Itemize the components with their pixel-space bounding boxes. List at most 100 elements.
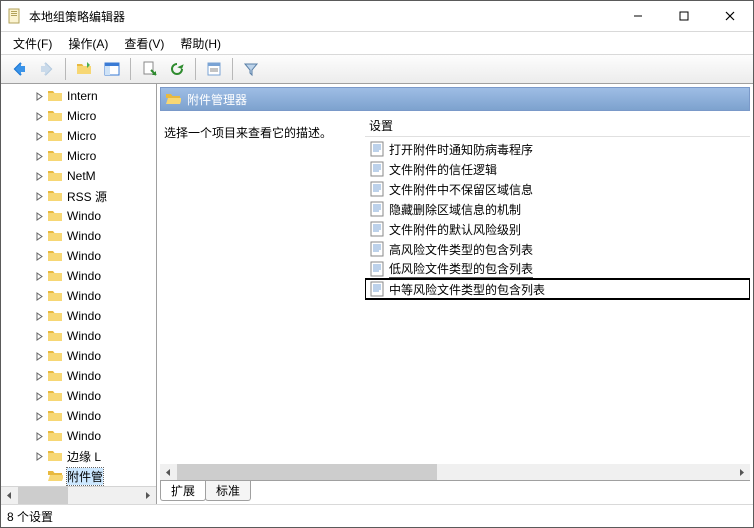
expand-icon[interactable] (33, 190, 45, 202)
tree-item[interactable]: Windo (1, 386, 156, 406)
tree-item[interactable]: Windo (1, 266, 156, 286)
menu-help[interactable]: 帮助(H) (172, 34, 229, 53)
settings-list-column: 设置 打开附件时通知防病毒程序文件附件的信任逻辑文件附件中不保留区域信息隐藏删除… (365, 114, 750, 464)
tree-item[interactable]: Windo (1, 366, 156, 386)
expand-icon[interactable] (33, 470, 45, 482)
expand-icon[interactable] (33, 350, 45, 362)
tree-item[interactable]: Windo (1, 286, 156, 306)
expand-icon[interactable] (33, 270, 45, 282)
expand-icon[interactable] (33, 370, 45, 382)
expand-icon[interactable] (33, 250, 45, 262)
menu-view[interactable]: 查看(V) (116, 34, 172, 53)
expand-icon[interactable] (33, 310, 45, 322)
export-list-button[interactable] (136, 56, 162, 82)
list-item-label: 文件附件的默认风险级别 (389, 221, 521, 238)
list-item-label: 中等风险文件类型的包含列表 (389, 281, 545, 298)
back-button[interactable] (6, 56, 32, 82)
tree-item-label: Intern (67, 89, 98, 103)
folder-icon (47, 268, 63, 284)
list-item[interactable]: 低风险文件类型的包含列表 (365, 259, 750, 279)
tree-item[interactable]: Intern (1, 86, 156, 106)
scroll-left-button[interactable] (160, 464, 177, 481)
properties-button[interactable] (201, 56, 227, 82)
expand-icon[interactable] (33, 430, 45, 442)
tree-item[interactable]: 附件管 (1, 466, 156, 486)
column-header-setting[interactable]: 设置 (365, 114, 750, 137)
folder-icon (47, 168, 63, 184)
status-text: 8 个设置 (7, 508, 53, 525)
forward-button[interactable] (34, 56, 60, 82)
tree-item[interactable]: Windo (1, 346, 156, 366)
description-text: 选择一个项目来查看它的描述。 (164, 126, 332, 140)
tree-item[interactable]: Windo (1, 206, 156, 226)
titlebar: 本地组策略编辑器 (1, 1, 753, 32)
policy-icon (369, 201, 385, 217)
list-item[interactable]: 打开附件时通知防病毒程序 (365, 139, 750, 159)
show-hide-tree-button[interactable] (99, 56, 125, 82)
filter-button[interactable] (238, 56, 264, 82)
tree-item[interactable]: Micro (1, 146, 156, 166)
expand-icon[interactable] (33, 230, 45, 242)
tree-item[interactable]: Micro (1, 106, 156, 126)
scroll-thumb[interactable] (18, 487, 68, 504)
minimize-button[interactable] (615, 1, 661, 31)
tree-item[interactable]: Micro (1, 126, 156, 146)
list-item-label: 文件附件中不保留区域信息 (389, 181, 533, 198)
expand-icon[interactable] (33, 170, 45, 182)
expand-icon[interactable] (33, 390, 45, 402)
folder-icon (47, 308, 63, 324)
folder-icon (47, 448, 63, 464)
settings-list[interactable]: 打开附件时通知防病毒程序文件附件的信任逻辑文件附件中不保留区域信息隐藏删除区域信… (365, 137, 750, 464)
list-item[interactable]: 文件附件的信任逻辑 (365, 159, 750, 179)
list-item[interactable]: 高风险文件类型的包含列表 (365, 239, 750, 259)
expand-icon[interactable] (33, 290, 45, 302)
scroll-right-button[interactable] (733, 464, 750, 481)
list-item[interactable]: 文件附件中不保留区域信息 (365, 179, 750, 199)
tree-item[interactable]: NetM (1, 166, 156, 186)
close-button[interactable] (707, 1, 753, 31)
refresh-button[interactable] (164, 56, 190, 82)
scroll-track[interactable] (177, 464, 733, 481)
tree-item[interactable]: Windo (1, 246, 156, 266)
tree-item-label: Windo (67, 389, 101, 403)
expand-icon[interactable] (33, 110, 45, 122)
list-item[interactable]: 中等风险文件类型的包含列表 (365, 279, 750, 299)
policy-icon (369, 221, 385, 237)
tree-hscrollbar[interactable] (1, 486, 156, 504)
tree-item-label: Windo (67, 289, 101, 303)
detail-hscrollbar[interactable] (160, 464, 750, 481)
tree-item[interactable]: Windo (1, 326, 156, 346)
expand-icon[interactable] (33, 450, 45, 462)
scroll-left-button[interactable] (1, 487, 18, 504)
tree[interactable]: InternMicroMicroMicroNetMRSS 源WindoWindo… (1, 84, 156, 486)
expand-icon[interactable] (33, 410, 45, 422)
list-item[interactable]: 隐藏删除区域信息的机制 (365, 199, 750, 219)
tab-standard[interactable]: 标准 (205, 481, 251, 501)
menu-action[interactable]: 操作(A) (60, 34, 116, 53)
expand-icon[interactable] (33, 90, 45, 102)
tree-item[interactable]: 边缘 L (1, 446, 156, 466)
expand-icon[interactable] (33, 210, 45, 222)
tree-item-label: Micro (67, 109, 96, 123)
tree-pane: InternMicroMicroMicroNetMRSS 源WindoWindo… (1, 84, 157, 504)
expand-icon[interactable] (33, 330, 45, 342)
tree-item[interactable]: Windo (1, 306, 156, 326)
tree-item-label: 附件管 (67, 468, 103, 485)
folder-icon (47, 188, 63, 204)
expand-icon[interactable] (33, 150, 45, 162)
tree-item[interactable]: RSS 源 (1, 186, 156, 206)
scroll-track[interactable] (18, 487, 139, 504)
list-item-label: 高风险文件类型的包含列表 (389, 241, 533, 258)
list-item[interactable]: 文件附件的默认风险级别 (365, 219, 750, 239)
scroll-thumb[interactable] (177, 464, 437, 481)
tree-item[interactable]: Windo (1, 406, 156, 426)
maximize-button[interactable] (661, 1, 707, 31)
scroll-right-button[interactable] (139, 487, 156, 504)
menu-file[interactable]: 文件(F) (5, 34, 60, 53)
tree-item-label: Windo (67, 429, 101, 443)
tree-item[interactable]: Windo (1, 426, 156, 446)
up-folder-button[interactable] (71, 56, 97, 82)
tree-item[interactable]: Windo (1, 226, 156, 246)
expand-icon[interactable] (33, 130, 45, 142)
tab-extended[interactable]: 扩展 (160, 481, 206, 501)
